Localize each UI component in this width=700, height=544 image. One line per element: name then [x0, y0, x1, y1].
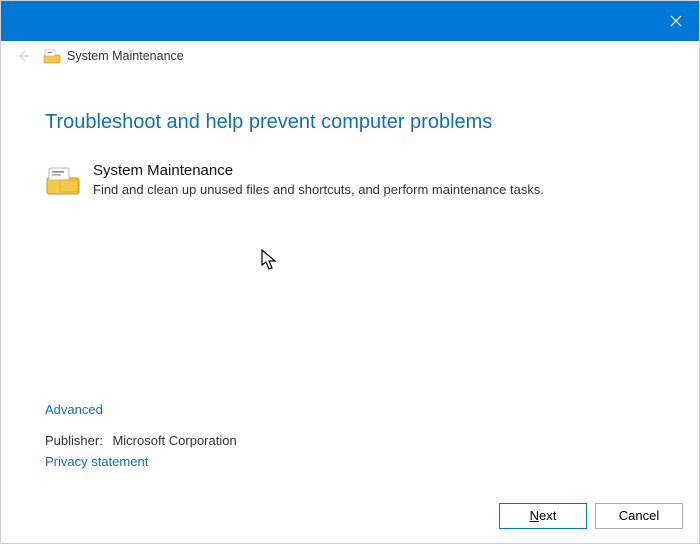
troubleshooter-item: System Maintenance Find and clean up unu…	[45, 162, 655, 199]
wizard-footer: Next Cancel	[1, 489, 699, 543]
privacy-statement-link[interactable]: Privacy statement	[45, 454, 655, 469]
close-icon	[670, 15, 682, 27]
publisher-label: Publisher:	[45, 433, 103, 448]
close-button[interactable]	[653, 1, 699, 41]
wizard-header: System Maintenance	[1, 41, 699, 71]
cancel-button[interactable]: Cancel	[595, 503, 683, 529]
publisher-row: Publisher: Microsoft Corporation	[45, 433, 655, 448]
advanced-link[interactable]: Advanced	[45, 402, 655, 417]
item-description: Find and clean up unused files and short…	[93, 181, 544, 199]
publisher-value: Microsoft Corporation	[112, 433, 236, 448]
wizard-header-title: System Maintenance	[67, 49, 184, 63]
back-button	[13, 46, 33, 66]
back-arrow-icon	[16, 49, 30, 63]
troubleshooter-item-text: System Maintenance Find and clean up unu…	[93, 162, 544, 199]
item-title: System Maintenance	[93, 162, 544, 179]
wizard-content: Troubleshoot and help prevent computer p…	[1, 71, 699, 489]
content-spacer	[45, 199, 655, 402]
troubleshooter-header-icon	[43, 47, 61, 65]
troubleshooter-window: System Maintenance Troubleshoot and help…	[0, 0, 700, 544]
system-maintenance-icon	[45, 162, 81, 198]
titlebar	[1, 1, 699, 41]
page-title: Troubleshoot and help prevent computer p…	[45, 111, 655, 134]
next-button[interactable]: Next	[499, 503, 587, 529]
